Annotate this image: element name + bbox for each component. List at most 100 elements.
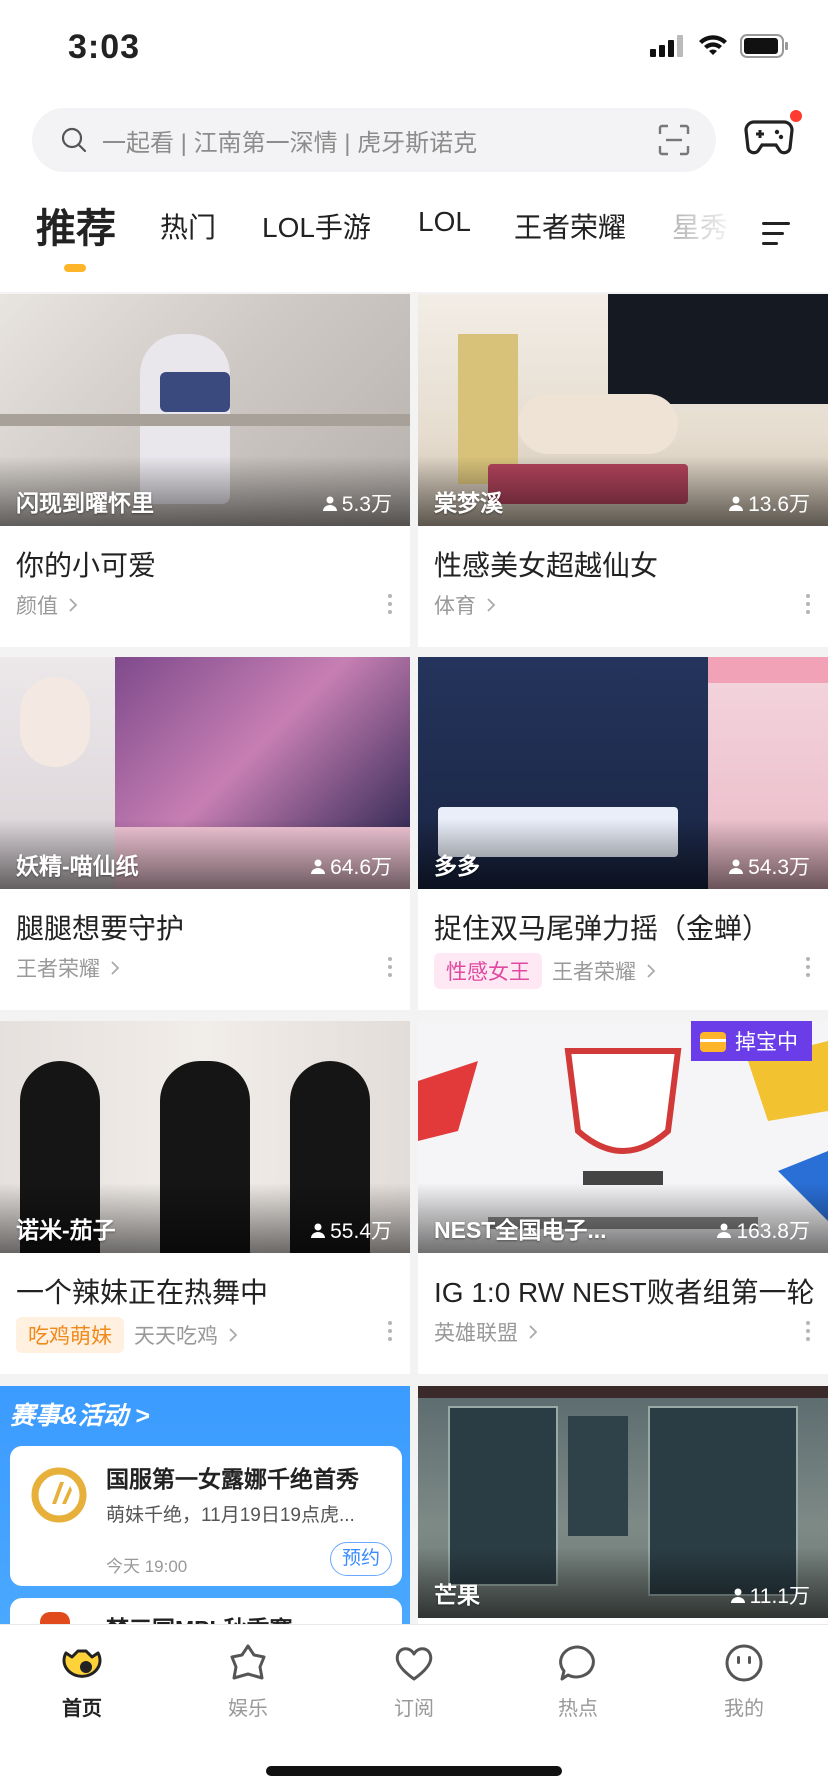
person-icon — [729, 859, 744, 874]
search-icon — [61, 127, 87, 153]
status-bar: 3:03 — [0, 0, 828, 96]
streamer-name: 棠梦溪 — [434, 490, 503, 516]
chevron-right-icon — [529, 1325, 538, 1339]
tab-fade — [680, 196, 740, 256]
events-panel: 赛事&活动 > 国服第一女露娜千绝首秀 萌妹千绝，11月19日19点虎... 今… — [0, 1386, 410, 1626]
stream-meta: 英雄联盟 — [434, 1317, 538, 1347]
category-link[interactable]: 王者荣耀 — [16, 953, 100, 983]
more-options-icon[interactable] — [388, 1321, 394, 1341]
chevron-right-icon — [111, 961, 120, 975]
chevron-right-icon — [229, 1328, 238, 1342]
more-options-icon[interactable] — [806, 1321, 812, 1341]
nav-subscribe[interactable]: 订阅 — [364, 1643, 464, 1721]
home-icon — [62, 1649, 102, 1678]
viewer-count: 64.6万 — [310, 851, 392, 881]
chevron-right-icon — [647, 964, 656, 978]
streamer-name: NEST全国电子... — [434, 1217, 607, 1243]
streamer-name: 多多 — [434, 853, 480, 879]
tab-lol-mobile[interactable]: LOL手游 — [262, 206, 371, 246]
heart-icon — [395, 1647, 433, 1681]
stream-card[interactable]: 妖精-喵仙纸 64.6万 腿腿想要守护 王者荣耀 — [0, 657, 410, 1010]
stream-tag[interactable]: 吃鸡萌妹 — [16, 1317, 124, 1353]
category-link[interactable]: 王者荣耀 — [552, 956, 636, 986]
search-placeholder: 一起看 | 江南第一深情 | 虎牙斯诺克 — [102, 129, 478, 157]
stream-card[interactable]: 诺米-茄子 55.4万 一个辣妹正在热舞中 吃鸡萌妹 天天吃鸡 — [0, 1021, 410, 1374]
stream-thumbnail: 棠梦溪 13.6万 — [418, 294, 828, 526]
stream-meta: 王者荣耀 — [16, 953, 120, 983]
menu-icon[interactable] — [762, 220, 792, 248]
stream-card[interactable]: 多多 54.3万 捉住双马尾弹力摇（金蝉） 性感女王 王者荣耀 — [418, 657, 828, 1010]
stream-meta: 吃鸡萌妹 天天吃鸡 — [16, 1317, 238, 1353]
event-title: 国服第一女露娜千绝首秀 — [106, 1466, 359, 1492]
treasure-icon — [700, 1032, 726, 1052]
events-header[interactable]: 赛事&活动 > — [10, 1396, 150, 1432]
person-icon — [311, 1223, 326, 1238]
streamer-name: 诺米-茄子 — [16, 1217, 116, 1243]
streamer-name: 妖精-喵仙纸 — [16, 853, 139, 879]
event-item[interactable]: 梦三国MPL秋季赛 — [10, 1598, 402, 1626]
viewer-count: 5.3万 — [322, 488, 392, 518]
stream-card[interactable]: 芒果 11.1万 — [418, 1386, 828, 1624]
chat-bubble-icon — [559, 1645, 595, 1681]
tab-recommend[interactable]: 推荐 — [36, 196, 116, 254]
face-icon — [725, 1644, 763, 1682]
scan-icon[interactable] — [658, 124, 690, 156]
streamer-name: 闪现到曜怀里 — [16, 490, 154, 516]
streamer-name: 芒果 — [434, 1582, 480, 1608]
more-options-icon[interactable] — [806, 957, 812, 977]
viewer-count: 54.3万 — [728, 851, 810, 881]
signal-icon — [650, 35, 683, 57]
stream-thumbnail: 芒果 11.1万 — [418, 1386, 828, 1618]
home-indicator — [266, 1766, 562, 1776]
event-description: 萌妹千绝，11月19日19点虎... — [106, 1505, 355, 1526]
stream-meta: 颜值 — [16, 590, 78, 620]
tab-hot[interactable]: 热门 — [160, 206, 216, 246]
viewer-count: 55.4万 — [310, 1215, 392, 1245]
viewer-count: 163.8万 — [716, 1215, 810, 1245]
event-time: 今天 19:00 — [106, 1557, 188, 1576]
category-link[interactable]: 英雄联盟 — [434, 1317, 518, 1347]
stream-thumbnail: 诺米-茄子 55.4万 — [0, 1021, 410, 1253]
category-link[interactable]: 体育 — [434, 590, 476, 620]
stream-card[interactable]: NEST全国电子... 163.8万 掉宝中 IG 1:0 RW NEST败者组… — [418, 1021, 828, 1374]
search-bar[interactable]: 一起看 | 江南第一深情 | 虎牙斯诺克 — [32, 108, 716, 172]
tab-lol[interactable]: LOL — [418, 206, 471, 238]
more-options-icon[interactable] — [388, 957, 394, 977]
viewer-count: 13.6万 — [728, 488, 810, 518]
reserve-button[interactable]: 预约 — [330, 1542, 392, 1576]
wifi-icon — [699, 35, 727, 55]
active-tab-indicator — [64, 264, 86, 272]
notification-dot — [790, 110, 802, 122]
event-item[interactable]: 国服第一女露娜千绝首秀 萌妹千绝，11月19日19点虎... 今天 19:00 … — [10, 1446, 402, 1586]
nav-entertainment[interactable]: 娱乐 — [198, 1643, 298, 1721]
viewer-count: 11.1万 — [730, 1580, 810, 1610]
stream-meta: 体育 — [434, 590, 496, 620]
game-controller-icon[interactable] — [744, 116, 794, 158]
stream-thumbnail: 多多 54.3万 — [418, 657, 828, 889]
stream-meta: 性感女王 王者荣耀 — [434, 953, 656, 989]
stream-title: 捉住双马尾弹力摇（金蝉） — [434, 913, 771, 944]
stream-card[interactable]: 闪现到曜怀里 5.3万 你的小可爱 颜值 — [0, 294, 410, 647]
stream-title: 性感美女超越仙女 — [434, 550, 659, 581]
nav-home[interactable]: 首页 — [32, 1643, 132, 1721]
more-options-icon[interactable] — [388, 594, 394, 614]
more-options-icon[interactable] — [806, 594, 812, 614]
battery-icon — [740, 34, 788, 58]
chevron-right-icon — [69, 598, 78, 612]
chevron-right-icon — [487, 598, 496, 612]
category-link[interactable]: 天天吃鸡 — [134, 1320, 218, 1350]
person-icon — [322, 496, 337, 511]
stream-card[interactable]: 棠梦溪 13.6万 性感美女超越仙女 体育 — [418, 294, 828, 647]
stream-thumbnail: 妖精-喵仙纸 64.6万 — [0, 657, 410, 889]
status-time: 3:03 — [68, 28, 141, 66]
stream-title: 你的小可爱 — [16, 550, 157, 581]
tab-honor-of-kings[interactable]: 王者荣耀 — [514, 206, 626, 246]
stream-tag[interactable]: 性感女王 — [434, 953, 542, 989]
stream-title: 一个辣妹正在热舞中 — [16, 1277, 269, 1308]
category-link[interactable]: 颜值 — [16, 590, 58, 620]
star-badge-icon — [230, 1644, 266, 1680]
person-icon — [717, 1223, 732, 1238]
loot-badge: 掉宝中 — [691, 1021, 812, 1061]
nav-me[interactable]: 我的 — [694, 1643, 794, 1721]
nav-trending[interactable]: 热点 — [528, 1643, 628, 1721]
